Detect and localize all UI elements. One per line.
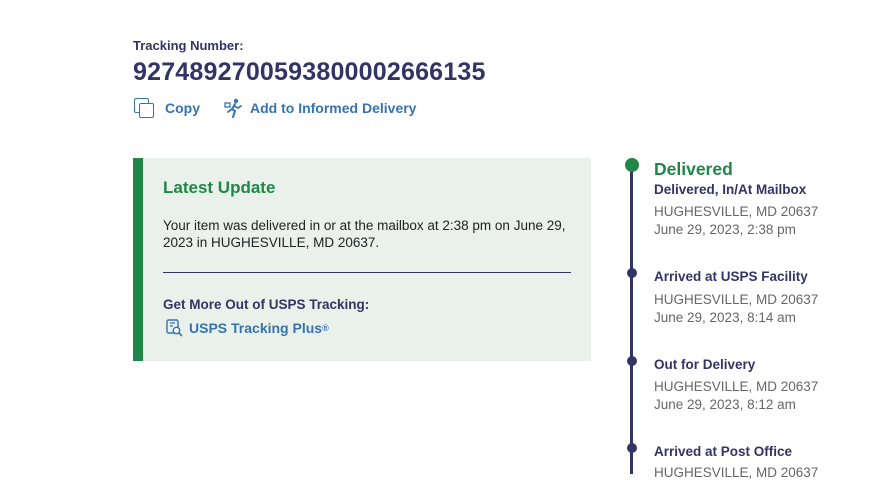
tracking-actions: Copy Add to Informed Delivery [133,97,416,119]
divider [163,272,571,273]
usps-tracking-plus-link[interactable]: USPS Tracking Plus ® [165,319,329,337]
event-time: June 29, 2023, 8:12 am [654,397,796,412]
tracking-plus-icon [166,319,183,337]
timeline-dot [627,268,637,278]
add-to-informed-delivery-label: Add to Informed Delivery [250,100,417,116]
event-time: June 29, 2023, 8:14 am [654,310,796,325]
registered-mark: ® [322,323,329,333]
event-status: Arrived at Post Office [654,444,793,459]
event-location: HUGHESVILLE, MD 20637 [654,292,819,307]
latest-update-title: Latest Update [163,178,276,197]
event-location: HUGHESVILLE, MD 20637 [654,379,819,394]
event-status: Delivered [654,159,733,179]
copy-button[interactable]: Copy [133,97,200,119]
event-location: HUGHESVILLE, MD 20637 [654,204,819,219]
timeline-dot [627,443,637,453]
add-to-informed-delivery-button[interactable]: Add to Informed Delivery [224,98,416,118]
event-detail: Delivered, In/At Mailbox [654,182,807,197]
event-status: Arrived at USPS Facility [654,269,808,284]
tracking-number: 9274892700593800002666135 [133,58,486,86]
event-time: June 29, 2023, 2:38 pm [654,222,796,237]
timeline-dot [627,356,637,366]
copy-label: Copy [165,100,200,116]
timeline-line [630,165,633,474]
event-status: Out for Delivery [654,357,756,372]
usps-tracking-plus-label: USPS Tracking Plus [189,320,323,336]
timeline-dot-delivered [625,158,639,172]
event-location: HUGHESVILLE, MD 20637 [654,465,819,480]
tracking-number-label: Tracking Number: [133,38,244,53]
get-more-label: Get More Out of USPS Tracking: [163,297,370,312]
latest-update-panel: Latest Update Your item was delivered in… [133,158,591,361]
copy-icon [133,97,155,119]
latest-update-text: Your item was delivered in or at the mai… [163,218,566,250]
mail-carrier-icon [224,98,242,118]
